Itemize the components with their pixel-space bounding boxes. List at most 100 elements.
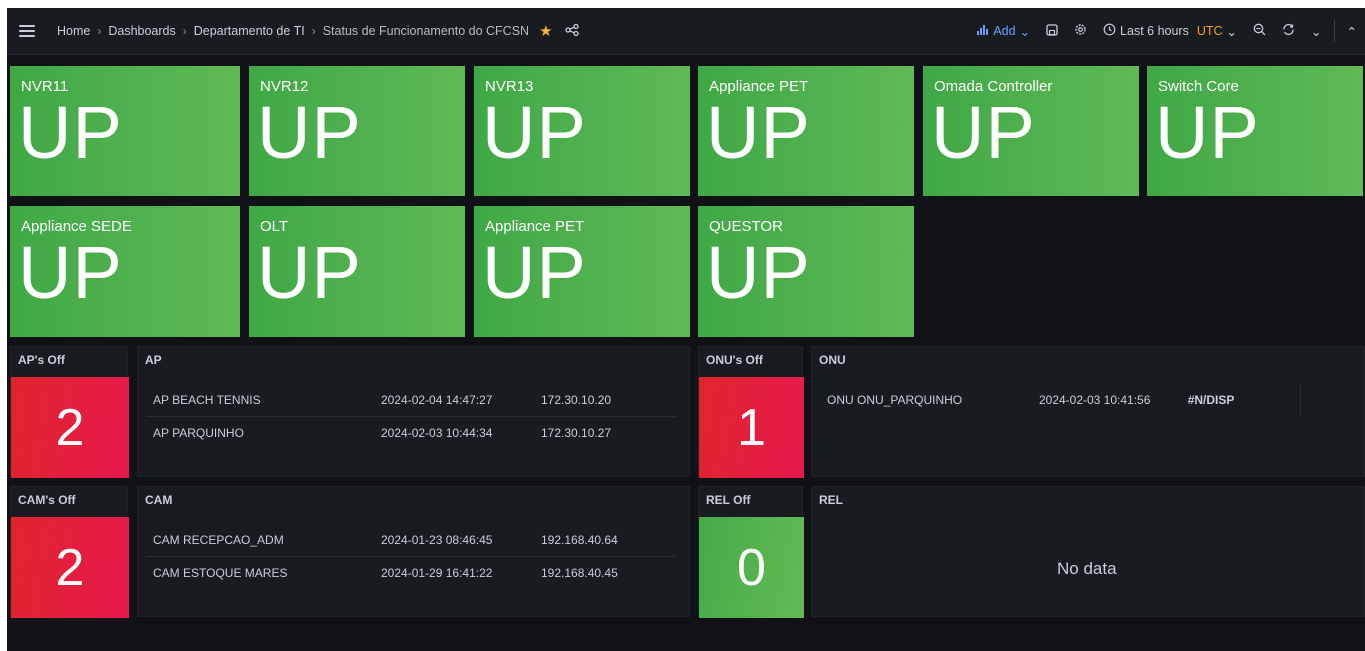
onu-table: ONU ONU_PARQUINHO 2024-02-03 10:41:56 #N… — [820, 384, 1290, 416]
onu-count-panel[interactable]: ONU's Off 1 — [698, 346, 804, 478]
top-navbar: Home › Dashboards › Departamento de TI ›… — [7, 8, 1365, 55]
ap-table-panel: AP AP BEACH TENNIS 2024-02-04 14:47:27 1… — [137, 346, 690, 477]
panel-title: REL Off — [706, 493, 751, 507]
ap-table: AP BEACH TENNIS 2024-02-04 14:47:27 172.… — [146, 384, 676, 449]
zoom-out-button[interactable] — [1245, 8, 1274, 54]
no-data-message: No data — [1057, 559, 1117, 578]
table-row[interactable]: CAM RECEPCAO_ADM 2024-01-23 08:46:45 192… — [146, 524, 676, 557]
clock-icon — [1103, 23, 1116, 39]
panel-value: UP — [706, 91, 811, 174]
panel-title: AP's Off — [18, 353, 65, 367]
chevron-down-icon: ⌄ — [1019, 24, 1031, 39]
chevron-right-icon: › — [182, 24, 187, 38]
timezone-label: UTC — [1196, 24, 1223, 38]
stat-panel[interactable]: Appliance SEDE UP — [10, 206, 240, 337]
table-row[interactable]: AP BEACH TENNIS 2024-02-04 14:47:27 172.… — [146, 384, 676, 417]
count-value: 0 — [699, 517, 804, 618]
save-button[interactable] — [1038, 8, 1066, 54]
count-value: 2 — [11, 377, 129, 478]
stat-panel[interactable]: Appliance PET UP — [698, 66, 914, 196]
dashboard-app: Home › Dashboards › Departamento de TI ›… — [7, 8, 1365, 651]
panel-value: UP — [18, 91, 123, 174]
panel-title: ONU — [819, 353, 846, 367]
collapse-toolbar-button[interactable]: ⌃ — [1339, 8, 1365, 54]
last-seen: 2024-02-04 14:47:27 — [381, 393, 493, 407]
panel-value: UP — [257, 231, 362, 314]
ap-count-panel[interactable]: AP's Off 2 — [10, 346, 129, 478]
menu-icon[interactable] — [19, 25, 35, 37]
panel-value: UP — [706, 231, 811, 314]
save-icon — [1046, 23, 1058, 39]
breadcrumb-dashboards[interactable]: Dashboards — [108, 24, 175, 38]
panel-value: UP — [482, 231, 587, 314]
panel-value: UP — [482, 91, 587, 174]
star-icon[interactable]: ★ — [539, 22, 552, 40]
refresh-interval-dropdown[interactable]: ⌄ — [1303, 8, 1329, 54]
device-name: CAM RECEPCAO_ADM — [153, 533, 284, 547]
panel-title: ONU's Off — [706, 353, 763, 367]
stat-panel[interactable]: OLT UP — [249, 206, 465, 337]
chevron-down-icon: ⌄ — [1311, 24, 1322, 39]
time-range-picker[interactable]: Last 6 hours UTC ⌄ — [1095, 8, 1245, 54]
table-row[interactable]: CAM ESTOQUE MARES 2024-01-29 16:41:22 19… — [146, 557, 676, 589]
divider — [1333, 20, 1335, 42]
cam-count-panel[interactable]: CAM's Off 2 — [10, 486, 129, 618]
gear-icon — [1074, 23, 1087, 39]
panel-title: REL — [819, 493, 843, 507]
breadcrumb-home[interactable]: Home — [57, 24, 90, 38]
stat-panel[interactable]: NVR12 UP — [249, 66, 465, 196]
stat-panel[interactable]: Appliance PET UP — [474, 206, 690, 337]
chevron-right-icon: › — [97, 24, 102, 38]
last-seen: 2024-01-23 08:46:45 — [381, 533, 493, 547]
ip-address: 192.168.40.64 — [541, 533, 618, 547]
refresh-icon — [1282, 23, 1295, 39]
add-label: Add — [993, 24, 1016, 38]
ip-address: #N/DISP — [1187, 393, 1235, 407]
last-seen: 2024-02-03 10:44:34 — [381, 426, 493, 440]
device-name: ONU ONU_PARQUINHO — [827, 393, 963, 407]
breadcrumb-folder[interactable]: Departamento de TI — [194, 24, 305, 38]
refresh-button[interactable] — [1274, 8, 1303, 54]
stat-panel[interactable]: NVR11 UP — [10, 66, 240, 196]
panel-value: UP — [931, 91, 1036, 174]
table-row[interactable]: ONU ONU_PARQUINHO 2024-02-03 10:41:56 #N… — [820, 384, 1290, 416]
device-name: AP BEACH TENNIS — [153, 393, 261, 407]
stat-panel[interactable]: NVR13 UP — [474, 66, 690, 196]
panel-title: AP — [145, 353, 162, 367]
rel-count-panel[interactable]: REL Off 0 — [698, 486, 804, 618]
panel-title: CAM — [145, 493, 173, 507]
share-icon[interactable] — [564, 23, 579, 39]
rel-table-panel: REL No data — [811, 486, 1365, 617]
zoom-out-icon — [1253, 23, 1266, 39]
panel-value: UP — [1155, 91, 1260, 174]
device-name: AP PARQUINHO — [153, 426, 244, 440]
panel-title: CAM's Off — [18, 493, 76, 507]
onu-table-panel: ONU ONU ONU_PARQUINHO 2024-02-03 10:41:5… — [811, 346, 1365, 477]
column-divider — [1300, 384, 1301, 416]
panel-value: UP — [257, 91, 362, 174]
stat-panel[interactable]: Omada Controller UP — [923, 66, 1139, 196]
ip-address: 172.30.10.20 — [541, 393, 612, 407]
bar-chart-icon — [977, 24, 989, 38]
dashboard-title: Status de Funcionamento do CFCSN — [322, 24, 530, 38]
stat-panel[interactable]: Switch Core UP — [1147, 66, 1363, 196]
cam-table-panel: CAM CAM RECEPCAO_ADM 2024-01-23 08:46:45… — [137, 486, 690, 617]
device-name: CAM ESTOQUE MARES — [153, 566, 288, 580]
last-seen: 2024-02-03 10:41:56 — [1038, 393, 1151, 407]
settings-button[interactable] — [1066, 8, 1095, 54]
breadcrumb: Home › Dashboards › Departamento de TI ›… — [57, 24, 529, 38]
toolbar: Add ⌄ Last 6 hours UTC ⌄ ⌄ ⌃ — [969, 8, 1365, 54]
chevron-down-icon: ⌄ — [1226, 24, 1238, 39]
stat-panel[interactable]: QUESTOR UP — [698, 206, 914, 337]
last-seen: 2024-01-29 16:41:22 — [381, 566, 493, 580]
count-value: 1 — [699, 377, 804, 478]
table-row[interactable]: AP PARQUINHO 2024-02-03 10:44:34 172.30.… — [146, 417, 676, 449]
count-value: 2 — [11, 517, 129, 618]
ip-address: 172.30.10.27 — [541, 426, 612, 440]
chevron-up-icon: ⌃ — [1346, 24, 1357, 39]
time-range-label: Last 6 hours — [1120, 24, 1189, 38]
ip-address: 192.168.40.45 — [541, 566, 618, 580]
chevron-right-icon: › — [311, 24, 316, 38]
add-button[interactable]: Add ⌄ — [969, 8, 1038, 54]
panel-value: UP — [18, 231, 123, 314]
